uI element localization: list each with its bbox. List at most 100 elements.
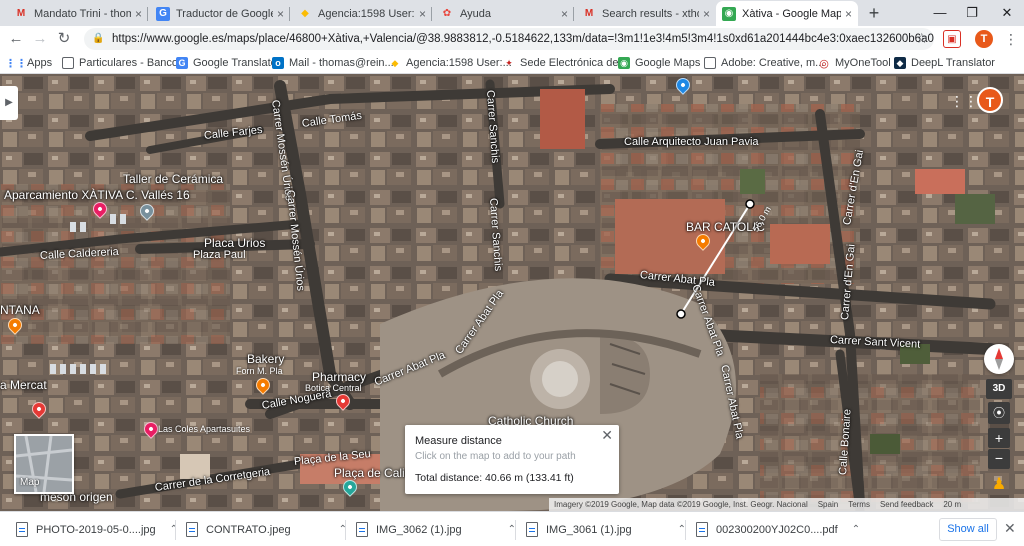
map-type-switcher[interactable]: Map: [14, 434, 74, 494]
google-translate-icon: G: [176, 57, 188, 69]
close-icon[interactable]: ×: [135, 7, 142, 21]
file-icon: [186, 522, 198, 537]
download-bar: PHOTO-2019-05-0....jpg ⌃ CONTRATO.jpeg ⌃…: [0, 511, 1024, 546]
bookmarks-bar: ⋮⋮ Apps Particulares - Banco... G Google…: [0, 52, 1024, 74]
new-tab-button[interactable]: +: [864, 3, 884, 23]
close-icon[interactable]: ×: [703, 7, 710, 21]
outlook-icon: o: [272, 57, 284, 69]
browser-toolbar: ← → ↻ 🔒 https://www.google.es/maps/place…: [0, 26, 1024, 52]
poi-antana[interactable]: NTANA: [0, 303, 40, 317]
measure-distance-popup: Measure distance Click on the map to add…: [405, 425, 619, 494]
map-attribution: Imagery ©2019 Google, Map data ©2019 Goo…: [549, 498, 1024, 511]
tab-search-results[interactable]: M Search results - xthoma ×: [576, 1, 716, 26]
apps-icon: ⋮⋮: [5, 57, 27, 70]
bookmark-google-translate[interactable]: G Google Translate: [176, 55, 277, 71]
bookmark-deepl[interactable]: ◆ DeepL Translator: [894, 55, 995, 71]
lock-icon: 🔒: [92, 33, 105, 44]
download-item[interactable]: PHOTO-2019-05-0....jpg ⌃: [16, 517, 178, 542]
download-item[interactable]: IMG_3061 (1).jpg ⌃: [526, 517, 686, 542]
file-icon: [526, 522, 538, 537]
poi-pharmacy-sub: Botica Central: [305, 383, 362, 393]
help-icon: ✿: [442, 8, 452, 19]
bookmark-star-icon[interactable]: ☆: [915, 30, 928, 47]
street-label: Plaza Paul: [193, 249, 246, 261]
window-close-button[interactable]: ✕: [992, 3, 1022, 23]
bookmark-particulares[interactable]: Particulares - Banco...: [62, 55, 187, 71]
tab-strip: M Mandato Trini - thomas × G Traductor d…: [0, 0, 1024, 26]
back-button[interactable]: ←: [6, 29, 26, 49]
bookmark-mail[interactable]: o Mail - thomas@rein...: [272, 55, 394, 71]
zoom-out-button[interactable]: −: [988, 449, 1010, 469]
google-apps-icon[interactable]: ⋮⋮⋮: [950, 94, 992, 108]
my-location-button[interactable]: ⦿: [988, 402, 1010, 424]
tab-gmail-mandato[interactable]: M Mandato Trini - thomas ×: [8, 1, 148, 26]
agency-icon: ◆: [301, 8, 309, 19]
google-maps-icon: ◉: [618, 57, 630, 69]
chevron-up-icon[interactable]: ⌃: [852, 524, 860, 535]
file-icon: [696, 522, 708, 537]
bookmark-adobe[interactable]: Adobe: Creative, m...: [704, 55, 824, 71]
extension-icon[interactable]: ▣: [943, 30, 961, 48]
file-icon: [16, 522, 28, 537]
street-label: Calle Arquitecto Juan Pavia: [624, 136, 759, 148]
address-bar[interactable]: 🔒 https://www.google.es/maps/place/46800…: [84, 28, 934, 50]
account-avatar[interactable]: T: [977, 87, 1003, 113]
tab-agencia[interactable]: ◆ Agencia:1598 User:6924 ×: [292, 1, 432, 26]
download-item[interactable]: 002300200YJ02C0....pdf ⌃: [696, 517, 860, 542]
close-icon[interactable]: ×: [419, 7, 426, 21]
close-icon[interactable]: ✕: [1004, 520, 1016, 537]
close-icon[interactable]: ×: [277, 7, 284, 21]
popup-hint: Click on the map to add to your path: [415, 451, 576, 462]
scale-bar[interactable]: 20 m: [938, 500, 966, 509]
compass-control[interactable]: [984, 344, 1014, 374]
poi-mercat[interactable]: a Mercat: [0, 378, 47, 392]
minimize-button[interactable]: —: [925, 3, 955, 23]
show-all-downloads-button[interactable]: Show all: [939, 518, 997, 541]
profile-avatar[interactable]: T: [975, 30, 993, 48]
download-item[interactable]: IMG_3062 (1).jpg ⌃: [356, 517, 516, 542]
poi-taller[interactable]: Taller de Cerámica: [123, 172, 223, 186]
total-distance: Total distance: 40.66 m (133.41 ft): [415, 472, 574, 484]
myonetool-icon: ◎: [819, 57, 829, 70]
poi-bakery-sub: Forn M. Pla: [236, 366, 283, 376]
file-icon: [356, 522, 368, 537]
reload-button[interactable]: ↻: [54, 29, 74, 49]
tab-google-maps[interactable]: ◉ Xàtiva - Google Maps ×: [716, 1, 858, 26]
collapse-side-panel-button[interactable]: ▶: [0, 86, 18, 120]
poi-bakery[interactable]: Bakery: [247, 352, 284, 366]
google-translate-icon: G: [156, 6, 170, 21]
street-label: Placa Urios: [204, 236, 266, 250]
close-icon[interactable]: ×: [845, 7, 852, 21]
bookmark-myonetool[interactable]: ◎ MyOneTool: [818, 55, 890, 71]
street-label: Plaça de Calixt: [334, 466, 415, 480]
browser-menu-icon[interactable]: ⋮: [1004, 29, 1018, 49]
bookmark-agencia[interactable]: ◆ Agencia:1598 User:...: [389, 55, 512, 71]
agency-icon: ◆: [391, 57, 399, 68]
zoom-in-button[interactable]: +: [988, 428, 1010, 448]
restore-button[interactable]: ❐: [957, 3, 987, 23]
toggle-3d-button[interactable]: 3D: [986, 379, 1012, 399]
chevron-up-icon[interactable]: ⌃: [170, 524, 178, 535]
gmail-icon: M: [584, 8, 594, 19]
close-icon[interactable]: ×: [561, 7, 568, 21]
page-icon: [62, 57, 74, 69]
bookmark-sede[interactable]: ✦ Sede Electrónica de...: [503, 55, 627, 71]
pegman-icon[interactable]: ♟: [990, 472, 1008, 498]
forward-button[interactable]: →: [30, 29, 50, 49]
bookmark-apps[interactable]: ⋮⋮ Apps: [5, 55, 52, 71]
tab-ayuda[interactable]: ✿ Ayuda ×: [434, 1, 574, 26]
google-maps-icon: ◉: [722, 6, 736, 21]
download-item[interactable]: CONTRATO.jpeg ⌃: [186, 517, 347, 542]
gmail-icon: M: [16, 8, 26, 19]
compass-icon: [995, 348, 1003, 370]
poi-coles[interactable]: Las Coles Apartasuites: [158, 424, 250, 434]
sede-icon: ✦: [505, 57, 513, 68]
tab-translate[interactable]: G Traductor de Google ×: [150, 1, 290, 26]
bookmark-google-maps[interactable]: ◉ Google Maps: [618, 55, 700, 71]
popup-title: Measure distance: [415, 435, 502, 447]
poi-pharmacy[interactable]: Pharmacy: [312, 370, 366, 384]
page-icon: [704, 57, 716, 69]
poi-aparcamiento[interactable]: Aparcamiento XÀTIVA C. Vallés 16: [4, 188, 190, 202]
close-icon[interactable]: ✕: [601, 427, 613, 444]
satellite-map[interactable]: ▶ ⋮⋮⋮ T Calle Tomás Calle Farjes Carrer …: [0, 74, 1024, 511]
